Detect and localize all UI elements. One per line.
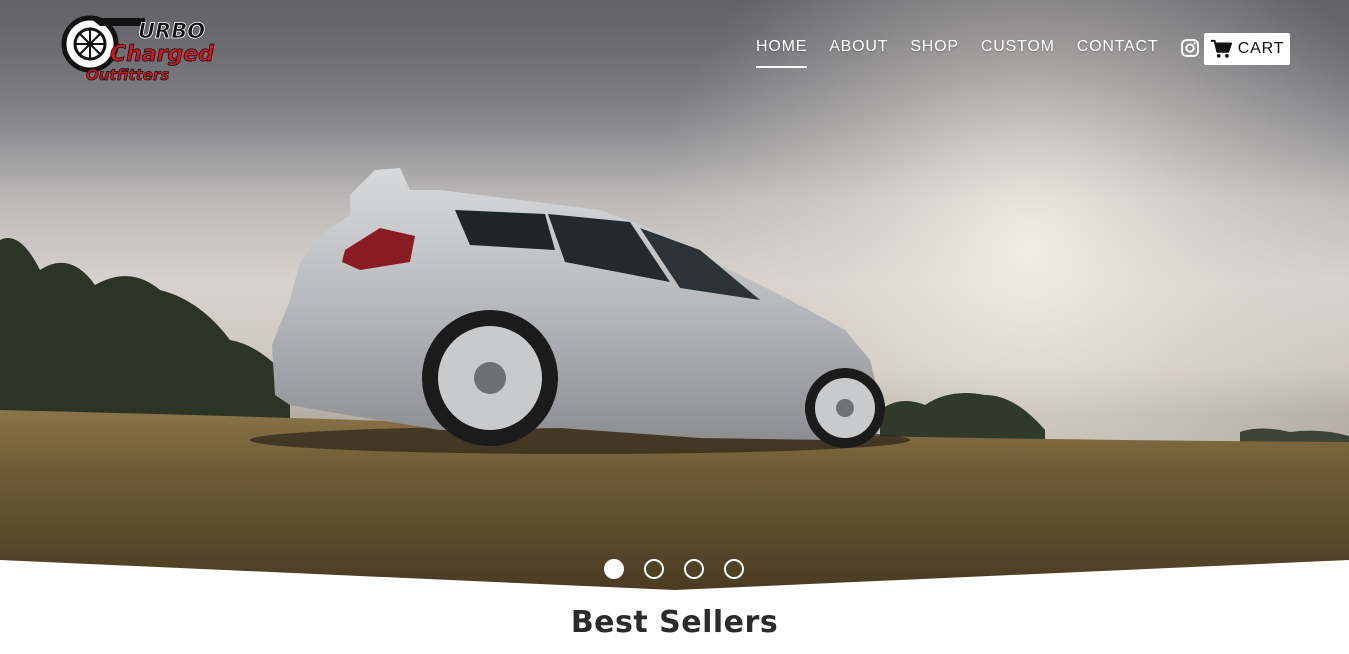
slider-dot-4[interactable] — [724, 559, 744, 579]
slider-dot-1[interactable] — [604, 559, 624, 579]
site-header: URBO Charged Outfitters HOME ABOUT SHOP … — [0, 0, 1349, 100]
cart-label: CART — [1237, 40, 1285, 57]
logo-word-urbo: URBO — [138, 19, 205, 43]
nav-item-custom[interactable]: CUSTOM — [981, 38, 1055, 60]
logo-word-outfitters: Outfitters — [86, 66, 169, 84]
section-title-best-sellers: Best Sellers — [570, 605, 779, 640]
logo-word-charged: Charged — [110, 42, 214, 67]
nav-item-home[interactable]: HOME — [756, 38, 808, 68]
slider-dot-3[interactable] — [684, 559, 704, 579]
slider-dot-2[interactable] — [644, 559, 664, 579]
nav-item-contact[interactable]: CONTACT — [1077, 38, 1159, 60]
cart-icon — [1210, 39, 1232, 58]
instagram-icon[interactable] — [1180, 38, 1200, 58]
nav-item-shop[interactable]: SHOP — [910, 38, 959, 60]
cart-button[interactable]: CART — [1204, 33, 1290, 65]
turbo-charged-outfitters-logo[interactable]: URBO Charged Outfitters — [60, 14, 215, 86]
slider-dots — [604, 559, 764, 579]
main-nav: HOME ABOUT SHOP CUSTOM CONTACT — [756, 38, 1220, 68]
nav-item-about[interactable]: ABOUT — [829, 38, 888, 60]
